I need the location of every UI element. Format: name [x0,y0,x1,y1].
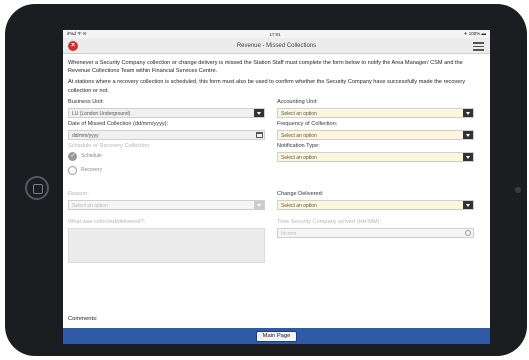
chevron-down-icon [463,200,473,209]
change-delivered-label: Change Delivered: [277,190,324,197]
radio-schedule-label: Schedule [81,153,102,160]
frequency-select[interactable]: Select an option [277,129,474,140]
change-delivered-value: Select an option [281,202,317,209]
accounting-unit-value: Select an option [281,110,317,117]
radio-checked-icon [68,151,77,161]
frequency-group: Frequency of Collection: Select an optio… [277,121,474,140]
date-missed-placeholder: dd/mm/yyyy [72,132,99,139]
business-unit-label: Business Unit: [68,98,104,105]
frequency-value: Select an option [281,132,317,139]
date-missed-group: Date of Missed Collection (dd/mm/yyyy): … [68,121,265,140]
clock-icon [465,229,471,236]
app-screen: iPad ᯤ ✉ 17:01 ✈ 100% ▬ × Revenue - Miss… [63,30,490,344]
page-title: Revenue - Missed Collections [236,42,317,49]
notification-type-group: Notification Type: Select an option [277,143,474,162]
chevron-down-icon [254,200,264,209]
business-unit-select[interactable]: LU (London Underground) [68,107,265,118]
intro-paragraph-2: At stations where a recovery collection … [68,79,466,94]
notification-type-value: Select an option [281,154,317,161]
footer-bar: Main Page [63,328,490,344]
notification-type-label: Notification Type: [277,142,320,149]
business-unit-group: Business Unit: LU (London Underground) [68,99,265,118]
time-arrived-input[interactable]: hh:mm [277,227,474,238]
change-delivered-select[interactable]: Select an option [277,199,474,210]
radio-recovery[interactable]: Recovery [68,165,265,175]
status-time: 17:01 [269,31,281,37]
accounting-unit-group: Accounting Unit: Select an option [277,99,474,118]
radio-schedule[interactable]: Schedule [68,151,265,161]
status-right: ✈ 100% ▬ [463,31,486,36]
hamburger-menu-icon[interactable] [473,42,484,51]
notification-type-select[interactable]: Select an option [277,151,474,162]
date-missed-input[interactable]: dd/mm/yyyy [68,129,265,140]
business-unit-value: LU (London Underground) [72,110,131,117]
radio-unchecked-icon [68,165,77,175]
tablet-frame: iPad ᯤ ✉ 17:01 ✈ 100% ▬ × Revenue - Miss… [5,4,527,356]
radio-recovery-label: Recovery [81,167,103,174]
time-arrived-label: Time Security Company arrived (HH:MM): [277,218,381,225]
form-content: Whenever a Security Company collection o… [63,54,490,335]
comments-label: Comments: [68,316,98,322]
reason-label: Reason: [68,190,89,197]
app-header: × Revenue - Missed Collections [63,38,490,54]
reason-select[interactable]: Select an option [68,199,265,210]
main-page-button[interactable]: Main Page [255,330,298,342]
chevron-down-icon [463,108,473,117]
time-arrived-placeholder: hh:mm [281,230,297,237]
close-icon[interactable]: × [68,41,78,51]
chevron-down-icon [463,152,473,161]
schedule-recovery-group: Schedule or Recovery Collection: Schedul… [68,143,265,180]
change-delivered-group: Change Delivered: Select an option [277,191,474,210]
chevron-down-icon [463,130,473,139]
frequency-label: Frequency of Collection: [277,120,338,127]
reason-group: Reason: Select an option [68,191,265,210]
reason-value: Select an option [72,202,108,209]
home-button[interactable] [25,176,49,200]
accounting-unit-select[interactable]: Select an option [277,107,474,118]
accounting-unit-label: Accounting Unit: [277,98,318,105]
what-collected-label: What was collected/delivered?: [68,218,146,225]
date-missed-label: Date of Missed Collection (dd/mm/yyyy): [68,120,169,127]
time-arrived-group: Time Security Company arrived (HH:MM): h… [277,219,474,238]
chevron-down-icon [254,108,264,117]
status-left: iPad ᯤ ✉ [67,31,87,36]
what-collected-group: What was collected/delivered?: [68,219,265,263]
intro-paragraph-1: Whenever a Security Company collection o… [68,60,463,75]
schedule-recovery-label: Schedule or Recovery Collection: [68,142,151,149]
status-bar: iPad ᯤ ✉ 17:01 ✈ 100% ▬ [63,30,490,38]
camera-icon [515,187,521,193]
what-collected-textarea[interactable] [68,227,265,263]
calendar-icon[interactable] [256,131,263,138]
